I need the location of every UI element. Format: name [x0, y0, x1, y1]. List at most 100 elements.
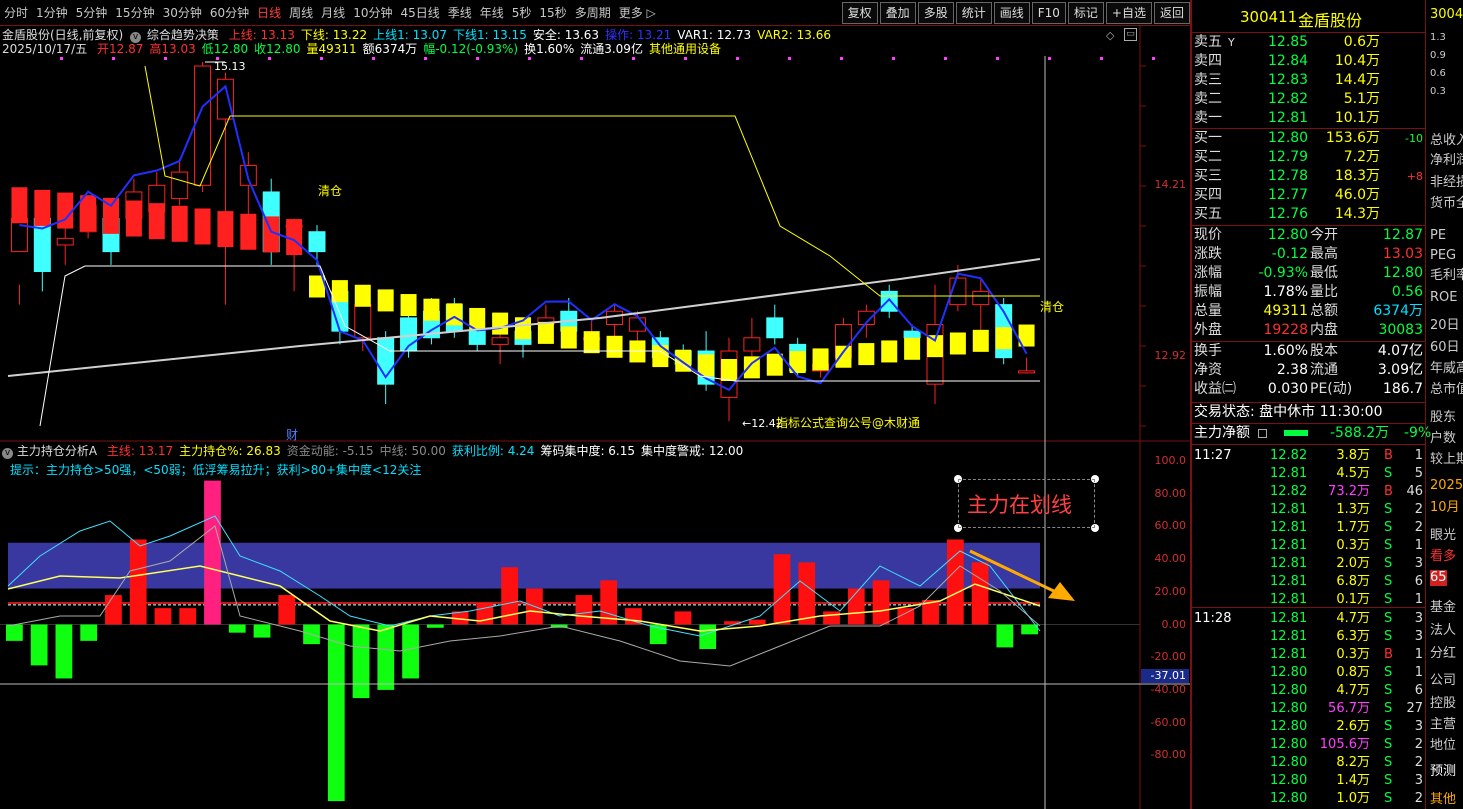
- f10-item-7[interactable]: 非经损: [1430, 175, 1463, 191]
- param-3: 中线: 50.00: [379, 444, 446, 458]
- f10-item-33[interactable]: 其他: [1430, 792, 1456, 808]
- trend-block: [583, 331, 600, 354]
- tool-button-5[interactable]: F10: [1031, 2, 1066, 24]
- f10-item-6[interactable]: 净利润: [1430, 153, 1463, 169]
- tab-period-11[interactable]: 季线: [444, 0, 476, 26]
- stock-code[interactable]: 300411: [1240, 8, 1297, 26]
- tool-button-7[interactable]: +自选: [1105, 2, 1152, 24]
- f10-item-31[interactable]: 地位: [1430, 738, 1456, 754]
- tab-period-3[interactable]: 15分钟: [111, 0, 158, 26]
- tab-period-10[interactable]: 45日线: [396, 0, 443, 26]
- f10-item-25[interactable]: 基金: [1430, 600, 1456, 616]
- tab-period-8[interactable]: 月线: [317, 0, 349, 26]
- f10-item-29[interactable]: 控股: [1430, 696, 1456, 712]
- trend-block: [972, 329, 989, 352]
- f10-item-11[interactable]: 毛利率: [1430, 268, 1463, 284]
- tool-button-6[interactable]: 标记: [1067, 2, 1104, 24]
- param-4: 安全: 13.63: [532, 28, 600, 42]
- tick-row: 12.80 1.0万 S 2: [1270, 791, 1423, 806]
- tool-button-2[interactable]: 多股: [917, 2, 954, 24]
- tab-period-12[interactable]: 年线: [476, 0, 508, 26]
- stock-name[interactable]: 金盾股份: [1298, 7, 1362, 31]
- tab-period-7[interactable]: 周线: [285, 0, 317, 26]
- f10-item-27[interactable]: 分红: [1430, 646, 1456, 662]
- candle: [491, 337, 509, 345]
- ask-row[interactable]: 卖四 12.84 10.4万: [1192, 52, 1425, 71]
- candle: [972, 290, 990, 306]
- ask-row[interactable]: 卖五 Y 12.85 0.6万: [1192, 33, 1425, 52]
- trend-block: [217, 211, 234, 248]
- f10-item-12[interactable]: ROE: [1430, 290, 1457, 306]
- f10-item-30[interactable]: 主营: [1430, 717, 1456, 733]
- f10-item-20[interactable]: 2025: [1430, 478, 1463, 494]
- tab-period-16[interactable]: 更多 ▷: [615, 0, 660, 26]
- f10-item-13[interactable]: 20日: [1430, 318, 1460, 334]
- tool-button-0[interactable]: 复权: [841, 2, 878, 24]
- f10-item-28[interactable]: 公司: [1430, 673, 1456, 689]
- bid-row[interactable]: 买一 12.80 153.6万 -10: [1192, 129, 1425, 148]
- f10-item-2[interactable]: 0.9: [1430, 48, 1446, 64]
- f10-item-1[interactable]: 1.3: [1430, 30, 1446, 46]
- chart-area[interactable]: [0, 26, 1190, 809]
- tab-period-9[interactable]: 10分钟: [349, 0, 396, 26]
- sub-y-label: 40.00: [1154, 552, 1187, 566]
- f10-item-17[interactable]: 股东: [1430, 410, 1456, 426]
- f10-item-3[interactable]: 0.6: [1430, 66, 1446, 82]
- trend-block: [606, 335, 623, 358]
- diamond-icon[interactable]: ◇: [1106, 29, 1114, 42]
- tab-period-0[interactable]: 分时: [0, 0, 32, 26]
- drawn-text-box[interactable]: 主力在划线: [958, 479, 1095, 528]
- flow-bar: [278, 595, 296, 625]
- f10-item-23[interactable]: 看多: [1430, 549, 1456, 565]
- f10-item-8[interactable]: 货币全: [1430, 196, 1463, 212]
- f10-item-21[interactable]: 10月: [1430, 500, 1460, 516]
- f10-item-4[interactable]: 0.3: [1430, 84, 1446, 100]
- tab-period-14[interactable]: 15秒: [535, 0, 570, 26]
- param-0: 主线: 13.17: [106, 444, 174, 458]
- tool-button-1[interactable]: 叠加: [879, 2, 916, 24]
- candle: [56, 237, 74, 246]
- tab-period-13[interactable]: 5秒: [508, 0, 536, 26]
- ask-row[interactable]: 卖三 12.83 14.4万: [1192, 71, 1425, 90]
- f10-item-5[interactable]: 总收入: [1430, 133, 1463, 149]
- sub-indicator-name[interactable]: 主力持仓分析A: [17, 444, 97, 458]
- tool-button-3[interactable]: 统计: [955, 2, 992, 24]
- finance-marker[interactable]: 财: [286, 428, 298, 442]
- flow-bar: [327, 624, 345, 802]
- tool-button-8[interactable]: 返回: [1153, 2, 1190, 24]
- f10-item-22[interactable]: 眼光: [1430, 528, 1456, 544]
- bid-row[interactable]: 买五 12.76 14.3万: [1192, 205, 1425, 224]
- stat-row: 涨幅 -0.93% 最低 12.80: [1194, 265, 1423, 281]
- f10-item-14[interactable]: 60日: [1430, 340, 1460, 356]
- bid-row[interactable]: 买二 12.79 7.2万: [1192, 148, 1425, 167]
- ask-row[interactable]: 卖二 12.82 5.1万: [1192, 90, 1425, 109]
- tab-period-4[interactable]: 30分钟: [159, 0, 206, 26]
- f10-item-0[interactable]: 3004: [1430, 7, 1463, 23]
- flow-bar: [253, 624, 271, 638]
- flow-bar: [55, 624, 73, 679]
- ask-row[interactable]: 卖一 12.81 10.1万: [1192, 109, 1425, 128]
- tab-period-5[interactable]: 60分钟: [206, 0, 253, 26]
- f10-item-16[interactable]: 总市值: [1430, 382, 1463, 398]
- tool-button-4[interactable]: 画线: [993, 2, 1030, 24]
- tab-period-1[interactable]: 1分钟: [32, 0, 72, 26]
- f10-item-26[interactable]: 法人: [1430, 623, 1456, 639]
- bid-row[interactable]: 买四 12.77 46.0万: [1192, 186, 1425, 205]
- period-toolbar: 分时 1分钟 5分钟 15分钟 30分钟 60分钟 日线 周线 月线 10分钟 45日线 季线 年线 5秒…: [0, 0, 1190, 26]
- f10-item-10[interactable]: PEG: [1430, 248, 1456, 264]
- tab-period-15[interactable]: 多周期: [571, 0, 615, 26]
- tab-period-6[interactable]: 日线: [253, 0, 285, 26]
- tick-row: 12.80 2.6万 S 3: [1270, 719, 1423, 734]
- f10-item-19[interactable]: 较上期: [1430, 452, 1463, 468]
- f10-item-9[interactable]: PE: [1430, 228, 1446, 244]
- trend-block: [675, 349, 692, 372]
- f10-item-18[interactable]: 户数: [1430, 431, 1456, 447]
- chevron-down-icon[interactable]: v: [2, 448, 13, 459]
- bid-row[interactable]: 买三 12.78 18.3万 +8: [1192, 167, 1425, 186]
- tab-period-2[interactable]: 5分钟: [72, 0, 112, 26]
- collapse-icon[interactable]: ▭: [1124, 28, 1137, 41]
- f10-item-15[interactable]: 年威高: [1430, 361, 1463, 377]
- f10-item-24[interactable]: 65: [1430, 570, 1447, 586]
- f10-item-32[interactable]: 预测: [1430, 764, 1456, 780]
- indicator-name[interactable]: 综合趋势决策: [147, 28, 219, 42]
